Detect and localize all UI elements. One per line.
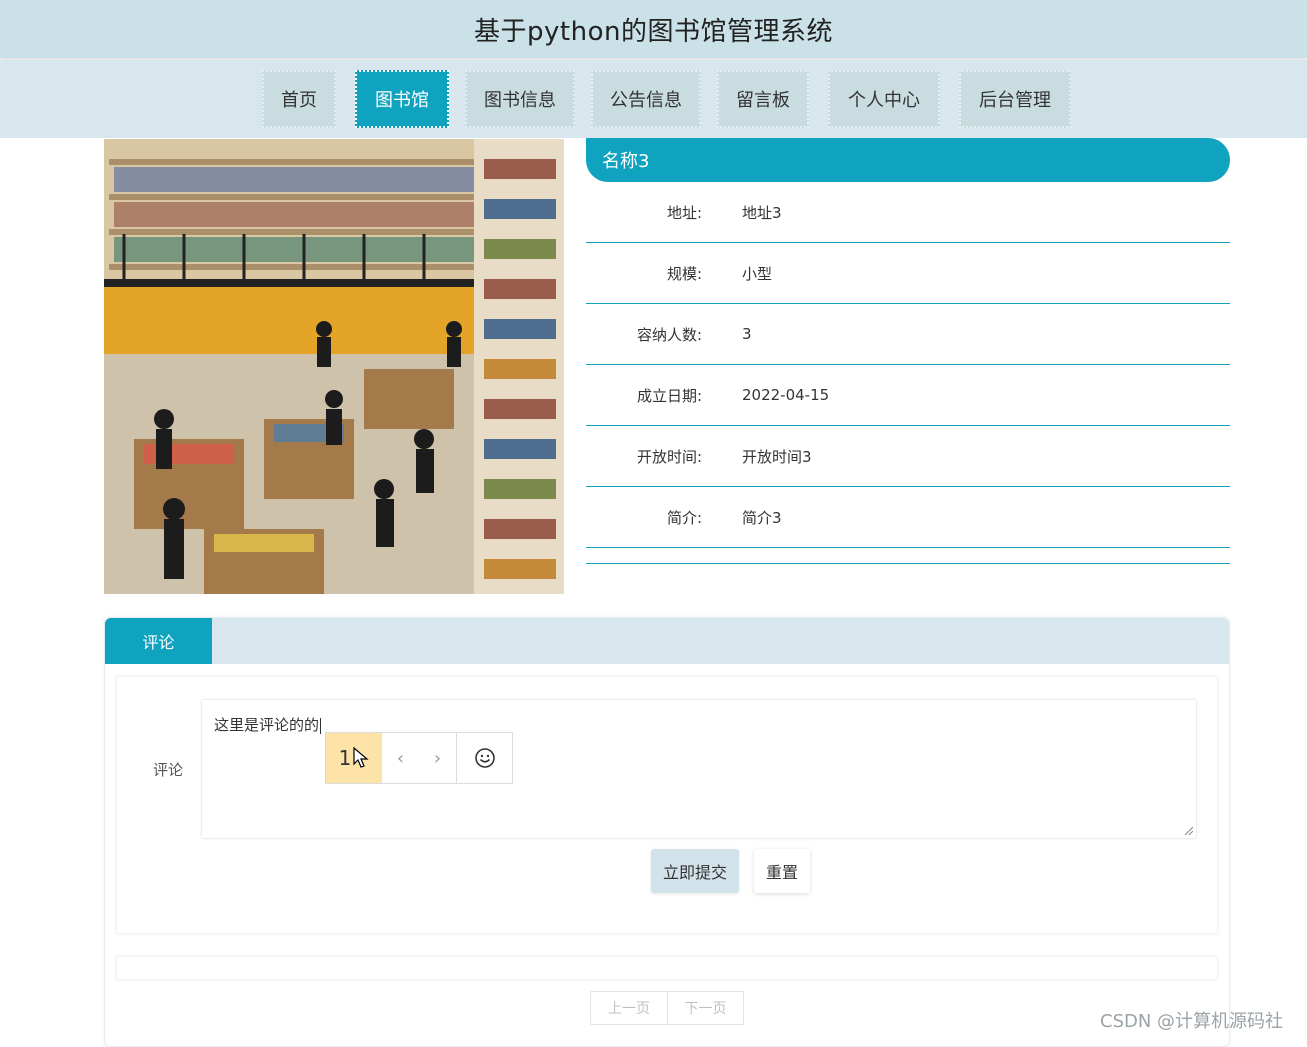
library-name: 名称3: [602, 151, 650, 172]
detail-label: 成立日期:: [636, 386, 702, 405]
ime-candidate-text: 1: [338, 746, 352, 770]
ime-next-arrow-icon[interactable]: ›: [419, 733, 456, 783]
detail-row-capacity: 容纳人数: 3: [586, 304, 1230, 365]
detail-label: 开放时间:: [636, 447, 702, 466]
detail-label: 地址:: [666, 203, 702, 222]
detail-value: 2022-04-15: [742, 386, 830, 404]
nav-item-admin[interactable]: 后台管理: [959, 70, 1071, 128]
emoji-icon[interactable]: [456, 733, 512, 783]
nav-item-message-board[interactable]: 留言板: [717, 70, 809, 128]
ime-candidate[interactable]: 1: [326, 733, 382, 783]
detail-label: 容纳人数:: [636, 325, 702, 344]
pagination: 上一页 下一页: [590, 991, 744, 1025]
library-detail: 名称3 地址: 地址3 规模: 小型 容纳人数: 3 成立日期: 2022-04…: [586, 138, 1230, 564]
detail-value: 简介3: [742, 508, 782, 527]
detail-value: 开放时间3: [742, 447, 812, 466]
comment-text: 这里是评论的的: [214, 716, 320, 734]
main-nav: 首页 图书馆 图书信息 公告信息 留言板 个人中心 后台管理: [0, 60, 1307, 138]
detail-divider: [586, 548, 1230, 564]
watermark: CSDN @计算机源码社: [1100, 1011, 1284, 1032]
nav-item-book-info[interactable]: 图书信息: [465, 70, 575, 128]
nav-item-library[interactable]: 图书馆: [355, 70, 449, 128]
comment-list: [116, 956, 1218, 980]
ime-prev-arrow-icon[interactable]: ‹: [382, 733, 419, 783]
library-name-banner: 名称3: [586, 138, 1230, 182]
detail-value: 3: [742, 325, 752, 343]
submit-button[interactable]: 立即提交: [651, 849, 739, 893]
next-page-button[interactable]: 下一页: [667, 992, 743, 1024]
detail-row-intro: 简介: 简介3: [586, 487, 1230, 548]
site-header: 基于python的图书馆管理系统: [0, 0, 1307, 58]
comment-field-label: 评论: [153, 761, 184, 779]
detail-row-opening-hours: 开放时间: 开放时间3: [586, 426, 1230, 487]
prev-page-button[interactable]: 上一页: [591, 992, 667, 1024]
nav-item-announcements[interactable]: 公告信息: [591, 70, 701, 128]
reset-button[interactable]: 重置: [754, 849, 810, 893]
resize-grip-icon[interactable]: [1183, 825, 1193, 835]
detail-value: 小型: [742, 264, 773, 283]
ime-candidate-bar: 1 ‹ ›: [325, 732, 513, 784]
detail-row-address: 地址: 地址3: [586, 182, 1230, 243]
library-photo: [104, 139, 564, 594]
site-title: 基于python的图书馆管理系统: [474, 16, 833, 47]
text-cursor: [320, 717, 322, 734]
detail-label: 简介:: [666, 508, 702, 527]
detail-value: 地址3: [742, 203, 782, 222]
comment-section: 评论 评论 这里是评论的的 1 ‹ › 立即提交 重置 上一页 下一页: [104, 617, 1230, 1047]
nav-item-home[interactable]: 首页: [262, 70, 336, 128]
comment-form: 评论 这里是评论的的 1 ‹ › 立即提交 重置: [116, 676, 1218, 934]
nav-item-personal-center[interactable]: 个人中心: [828, 70, 940, 128]
mouse-cursor-icon: [353, 747, 369, 768]
detail-row-founded-date: 成立日期: 2022-04-15: [586, 365, 1230, 426]
comment-tab-bar: 评论: [105, 618, 1229, 664]
tab-comments[interactable]: 评论: [105, 618, 212, 664]
detail-label: 规模:: [666, 264, 702, 283]
detail-row-scale: 规模: 小型: [586, 243, 1230, 304]
